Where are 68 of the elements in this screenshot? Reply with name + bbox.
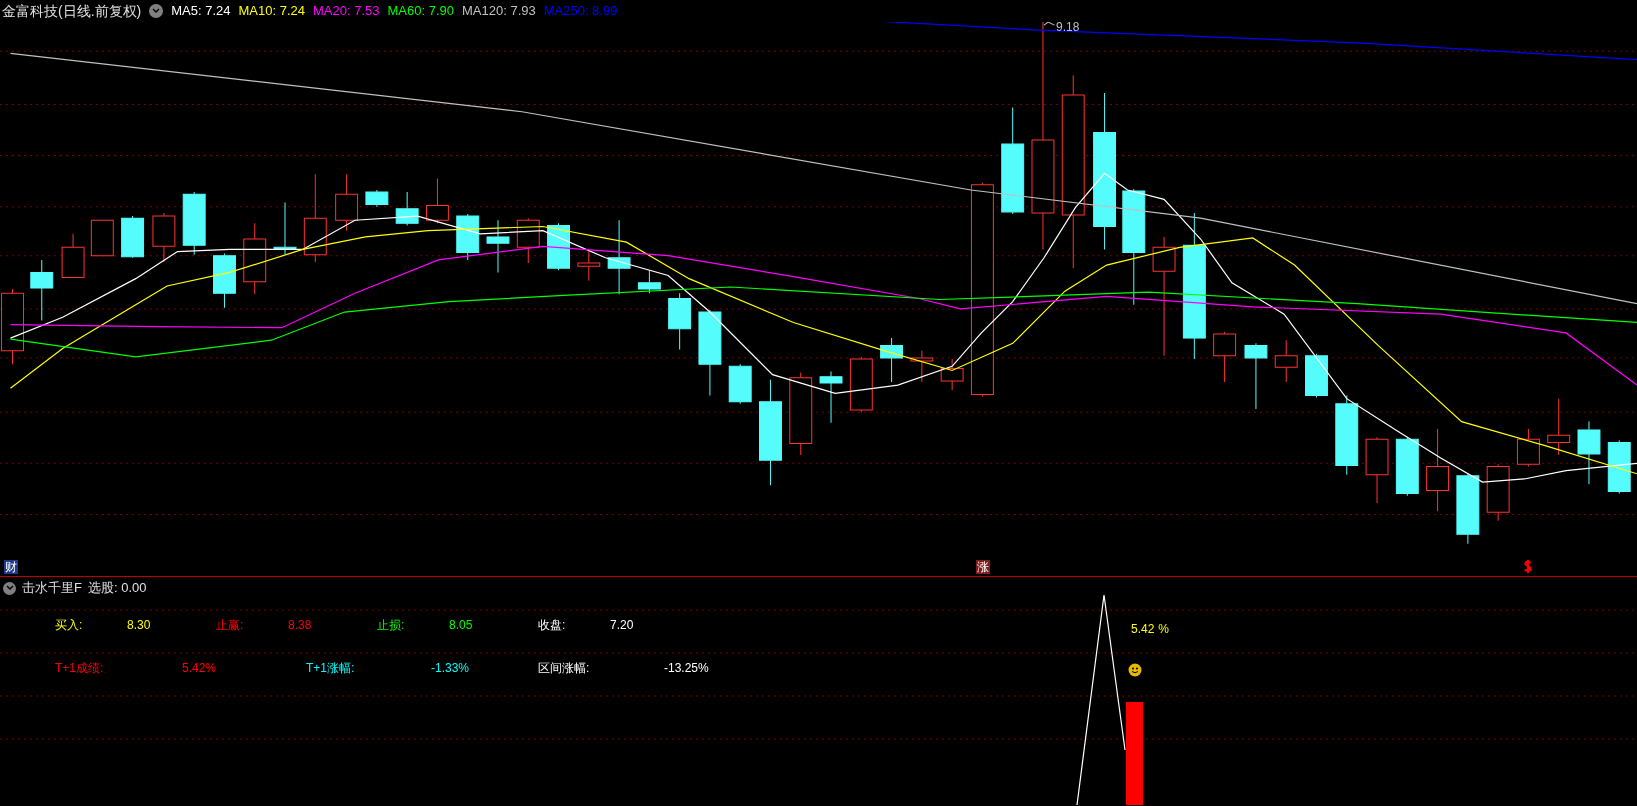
field-label: T+1成绩: xyxy=(55,661,104,676)
ma-reading: MA20: 7.53 xyxy=(313,2,380,21)
candle xyxy=(90,219,114,257)
chart-marker: 财 xyxy=(4,560,18,574)
collapse-icon[interactable] xyxy=(3,581,16,595)
ma-reading: MA60: 7.90 xyxy=(387,2,454,21)
candle xyxy=(1486,463,1510,522)
candle xyxy=(1213,331,1237,383)
signal-unit: % xyxy=(1158,621,1170,638)
ma-reading: MA5: 7.24 xyxy=(171,2,231,21)
candle xyxy=(1516,428,1540,467)
candle xyxy=(880,337,904,383)
field-value: 8.38 xyxy=(288,618,312,633)
candle xyxy=(456,213,480,261)
candle xyxy=(516,217,540,264)
field-value: 5.42% xyxy=(182,661,217,676)
candle xyxy=(335,173,359,232)
candle xyxy=(637,269,661,294)
field-label: 买入: xyxy=(55,618,83,633)
field-label: 止赢: xyxy=(216,618,244,633)
field-label: 区间涨幅: xyxy=(538,661,590,676)
candle xyxy=(213,253,236,309)
field-value: 8.05 xyxy=(449,618,473,633)
candle xyxy=(426,178,449,224)
candle xyxy=(910,350,934,383)
ma-reading: MA120: 7.93 xyxy=(462,2,536,21)
candle xyxy=(486,219,510,273)
signal-value: 5.42 xyxy=(1131,621,1155,638)
indicator-reading: 选股: 0.00 xyxy=(87,579,147,598)
candle xyxy=(1607,439,1631,495)
candle xyxy=(1547,398,1571,456)
high-price-label: 9.18 xyxy=(1056,19,1080,36)
field-label: 收盘: xyxy=(538,618,566,633)
field-value: 8.30 xyxy=(127,618,151,633)
candle xyxy=(1456,473,1480,545)
candle xyxy=(182,191,206,256)
candle xyxy=(728,363,752,405)
candle xyxy=(547,222,570,271)
candle xyxy=(1365,436,1389,504)
ma-reading: MA250: 8.99 xyxy=(543,2,618,21)
chart-marker: 涨 xyxy=(976,560,990,574)
candle xyxy=(1274,339,1298,383)
candle xyxy=(1577,421,1601,485)
ma-reading: MA10: 7.24 xyxy=(238,2,305,21)
candle xyxy=(577,248,601,282)
candle xyxy=(1244,342,1268,410)
field-value: 7.20 xyxy=(610,618,634,633)
candle xyxy=(1305,353,1328,399)
candle xyxy=(1395,436,1419,497)
dropdown-icon[interactable] xyxy=(149,4,164,18)
smiley-icon xyxy=(1128,663,1142,677)
field-label: 止损: xyxy=(377,618,405,633)
candle xyxy=(152,212,176,263)
field-value: -13.25% xyxy=(664,661,709,676)
candle xyxy=(819,371,843,424)
candle xyxy=(61,233,85,279)
field-label: T+1涨幅: xyxy=(306,661,355,676)
candle xyxy=(121,215,145,259)
candle xyxy=(365,189,389,208)
indicator-title: 击水千里F xyxy=(22,579,82,598)
candle xyxy=(849,356,873,413)
candle xyxy=(273,202,297,256)
candle xyxy=(668,292,692,351)
candle xyxy=(30,259,54,321)
candle xyxy=(395,191,419,226)
candle xyxy=(940,358,964,391)
field-value: -1.33% xyxy=(431,661,470,676)
stock-title: 金富科技(日线.前复权) xyxy=(2,1,142,21)
